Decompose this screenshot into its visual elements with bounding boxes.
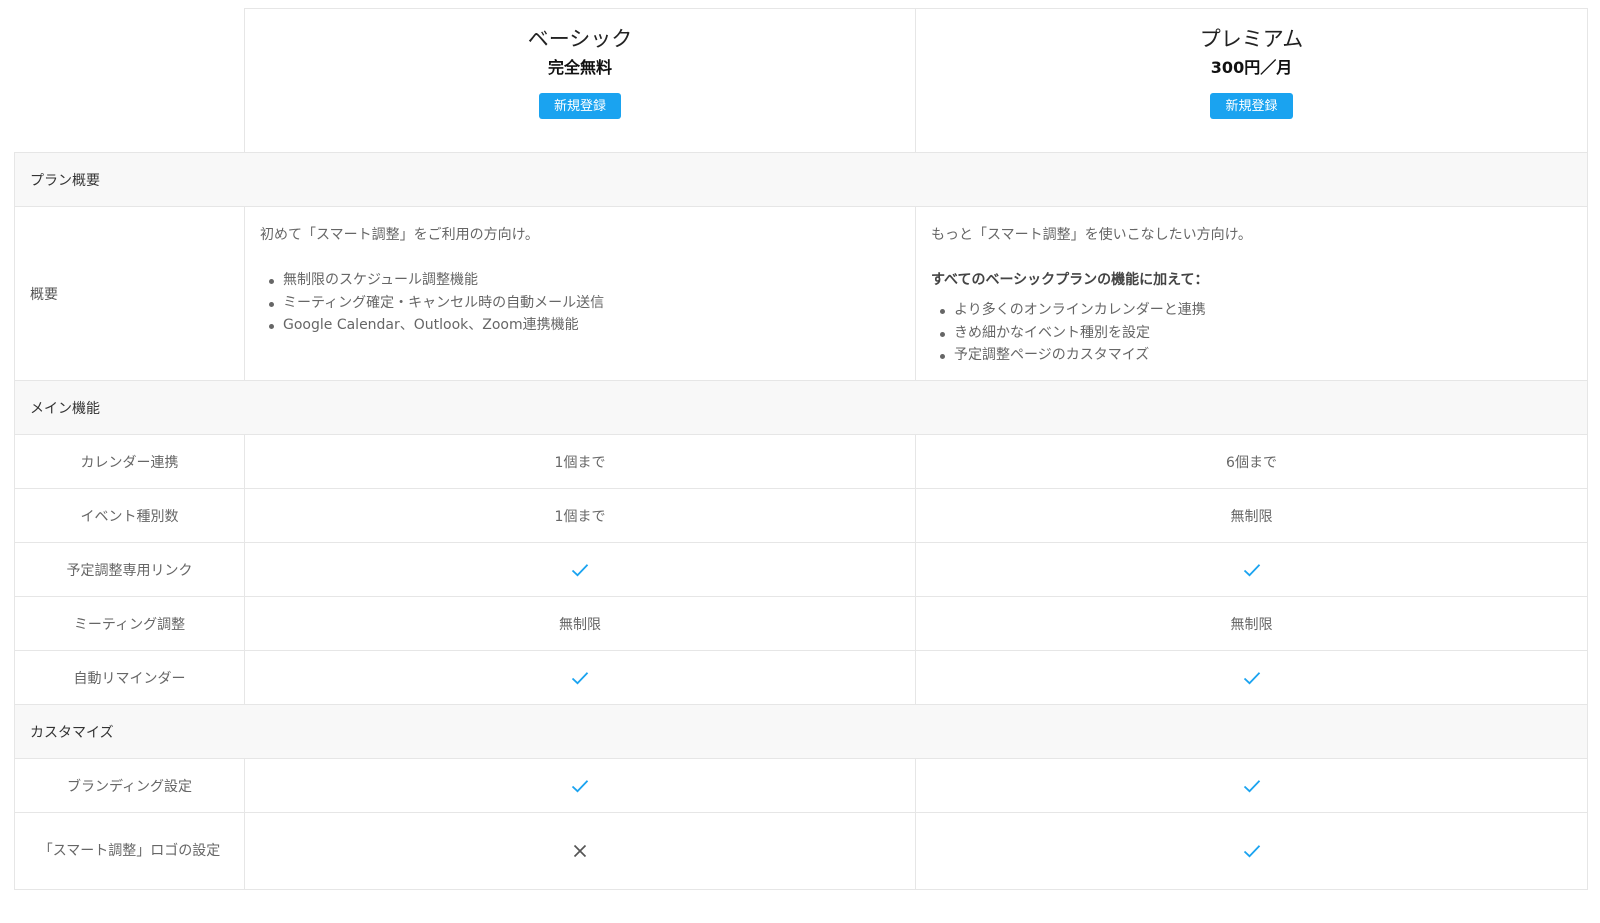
- check-icon: [1243, 779, 1260, 792]
- signup-button-basic[interactable]: 新規登録: [538, 93, 621, 119]
- row-label: 自動リマインダー: [14, 651, 245, 704]
- check-icon: [571, 563, 589, 576]
- plan-name: ベーシック: [527, 27, 633, 51]
- row-label: ミーティング調整: [14, 597, 245, 650]
- row-label: 概要: [14, 207, 245, 380]
- section-header-customize: カスタマイズ: [14, 705, 1588, 759]
- check-icon: [571, 779, 589, 792]
- cross-icon: [573, 844, 587, 858]
- check-icon: [1243, 563, 1260, 576]
- list-item: 無制限のスケジュール調整機能: [260, 269, 900, 292]
- cell-premium: 6個まで: [916, 435, 1588, 488]
- row-label: 予定調整専用リンク: [14, 543, 245, 596]
- list-item: Google Calendar、Outlook、Zoom連携機能: [260, 314, 900, 337]
- plan-price: 300円／月: [1210, 58, 1293, 77]
- feature-row-event-types: イベント種別数 1個まで 無制限: [14, 489, 1588, 543]
- plan-premium-header: プレミアム 300円／月 新規登録: [916, 8, 1588, 152]
- summary-lead: もっと「スマート調整」を使いこなしたい方向け。: [931, 227, 1252, 243]
- row-label: ブランディング設定: [14, 759, 245, 812]
- cell-basic: 無制限: [245, 597, 916, 650]
- plan-basic-header: ベーシック 完全無料 新規登録: [245, 8, 916, 152]
- feature-row-link: 予定調整専用リンク: [14, 543, 1588, 597]
- summary-row: 概要 初めて「スマート調整」をご利用の方向け。 無制限のスケジュール調整機能 ミ…: [14, 207, 1588, 381]
- row-label: カレンダー連携: [14, 435, 245, 488]
- list-item: 予定調整ページのカスタマイズ: [931, 344, 1572, 367]
- check-icon: [1243, 845, 1260, 858]
- summary-lead: 初めて「スマート調整」をご利用の方向け。: [260, 227, 539, 243]
- feature-row-meeting: ミーティング調整 無制限 無制限: [14, 597, 1588, 651]
- cell-basic: 1個まで: [245, 435, 916, 488]
- feature-row-calendar: カレンダー連携 1個まで 6個まで: [14, 435, 1588, 489]
- feature-row-branding: ブランディング設定: [14, 759, 1588, 813]
- cell-basic: [245, 543, 916, 596]
- feature-row-logo: 「スマート調整」ロゴの設定: [14, 813, 1588, 890]
- header-empty-cell: [14, 8, 245, 152]
- cell-premium: [916, 651, 1588, 704]
- feature-row-reminder: 自動リマインダー: [14, 651, 1588, 705]
- section-header-overview: プラン概要: [14, 153, 1588, 207]
- row-label: 「スマート調整」ロゴの設定: [14, 813, 245, 889]
- summary-feature-list: 無制限のスケジュール調整機能 ミーティング確定・キャンセル時の自動メール送信 G…: [260, 269, 900, 337]
- cell-basic: 1個まで: [245, 489, 916, 542]
- row-label: イベント種別数: [14, 489, 245, 542]
- cell-premium: [916, 759, 1588, 812]
- list-item: ミーティング確定・キャンセル時の自動メール送信: [260, 292, 900, 315]
- cell-premium: 無制限: [916, 489, 1588, 542]
- cell-premium: 無制限: [916, 597, 1588, 650]
- signup-button-premium[interactable]: 新規登録: [1210, 93, 1293, 119]
- cell-premium: [916, 813, 1588, 889]
- cell-premium: [916, 543, 1588, 596]
- pricing-comparison-table: ベーシック 完全無料 新規登録 プレミアム 300円／月 新規登録 プラン概要 …: [14, 8, 1588, 890]
- plan-price: 完全無料: [547, 58, 612, 77]
- section-header-main: メイン機能: [14, 381, 1588, 435]
- cell-basic: [245, 651, 916, 704]
- cell-basic: [245, 759, 916, 812]
- check-icon: [1243, 671, 1260, 684]
- summary-premium: もっと「スマート調整」を使いこなしたい方向け。 すべてのベーシックプランの機能に…: [916, 207, 1588, 380]
- summary-feature-list: より多くのオンラインカレンダーと連携 きめ細かなイベント種別を設定 予定調整ペー…: [931, 299, 1572, 367]
- list-item: きめ細かなイベント種別を設定: [931, 322, 1572, 345]
- list-item: より多くのオンラインカレンダーと連携: [931, 299, 1572, 322]
- check-icon: [571, 671, 589, 684]
- plan-header-row: ベーシック 完全無料 新規登録 プレミアム 300円／月 新規登録: [14, 8, 1588, 153]
- summary-emphasis: すべてのベーシックプランの機能に加えて：: [931, 272, 1209, 288]
- plan-name: プレミアム: [1199, 27, 1304, 51]
- summary-basic: 初めて「スマート調整」をご利用の方向け。 無制限のスケジュール調整機能 ミーティ…: [245, 207, 916, 380]
- cell-basic: [245, 813, 916, 889]
